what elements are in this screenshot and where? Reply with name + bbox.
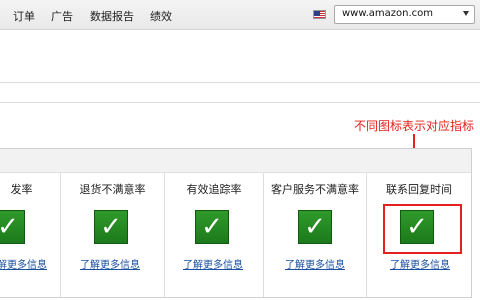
nav-orders[interactable]: 订单 [13,8,35,24]
status-check-icon: ✓ [0,210,25,244]
top-nav-bar: 订单 广告 数据报告 绩效 www.amazon.com [0,0,480,30]
metric-column: 退货不满意率 ✓ 了解更多信息 [61,173,165,297]
nav-reports[interactable]: 数据报告 [90,8,134,24]
metric-column: 有效追踪率 ✓ 了解更多信息 [165,173,264,297]
status-check-icon: ✓ [94,210,128,244]
us-flag-icon [313,10,326,19]
annotation-text: 不同图标表示对应指标 [354,119,475,133]
metric-title: 有效追踪率 [186,183,242,196]
divider [0,82,480,83]
nav-advertising[interactable]: 广告 [51,8,73,24]
marketplace-select[interactable]: www.amazon.com [334,5,475,24]
metric-column: 发率 ✓ 了解更多信息 [0,173,61,297]
metric-title: 发率 [10,183,33,196]
status-check-icon: ✓ [195,210,229,244]
learn-more-link[interactable]: 了解更多信息 [183,256,243,271]
learn-more-link[interactable]: 了解更多信息 [390,256,450,271]
metric-column: 客户服务不满意率 ✓ 了解更多信息 [264,173,367,297]
status-check-icon: ✓ [298,210,332,244]
metric-title: 客户服务不满意率 [271,183,359,196]
nav-performance[interactable]: 绩效 [150,8,172,24]
metric-title: 退货不满意率 [79,183,146,196]
divider [0,102,480,103]
learn-more-link[interactable]: 了解更多信息 [285,256,345,271]
marketplace-select-value: www.amazon.com [342,8,434,19]
chevron-down-icon [463,11,469,16]
metric-title: 联系回复时间 [386,183,452,196]
panel-header-strip [0,149,471,173]
learn-more-link[interactable]: 了解更多信息 [0,256,47,271]
highlight-box [383,204,462,254]
learn-more-link[interactable]: 了解更多信息 [80,256,140,271]
